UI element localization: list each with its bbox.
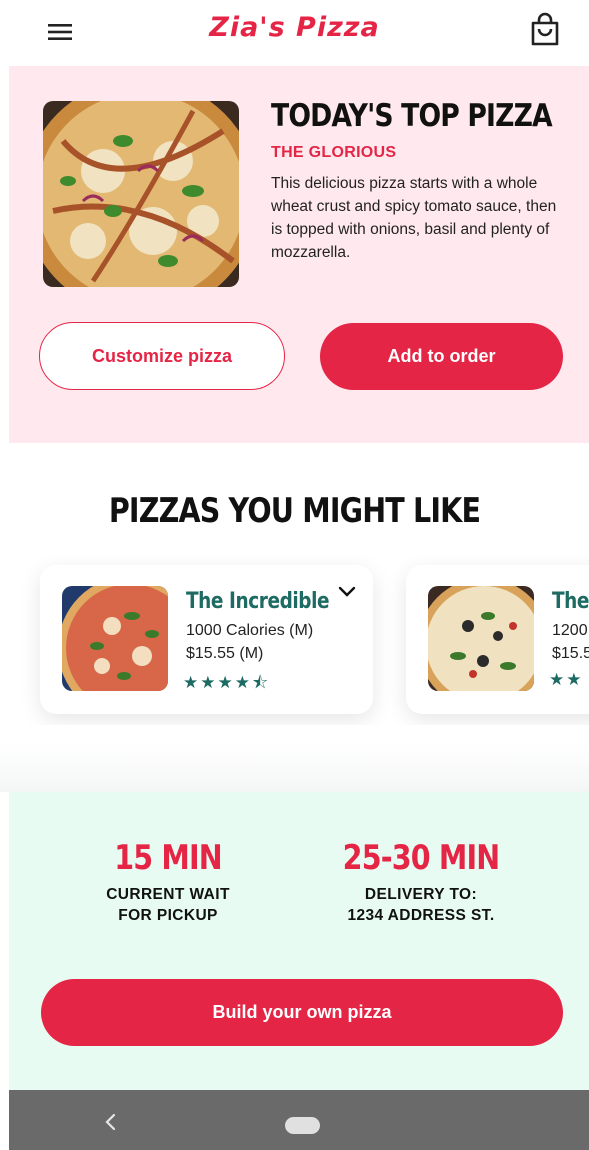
pizza-card-rating: ★★ bbox=[549, 670, 584, 690]
pizza-card-name: The Incredible bbox=[186, 589, 330, 614]
delivery-address-label: DELIVERY TO: 1234 ADDRESS ST. bbox=[347, 886, 495, 924]
build-your-own-pizza-button[interactable]: Build your own pizza bbox=[41, 979, 563, 1046]
pizza-card-price: $15.55 (M) bbox=[186, 645, 264, 662]
recommendations-title: PIZZAS YOU MIGHT LIKE bbox=[108, 491, 481, 531]
home-pill-button[interactable] bbox=[285, 1117, 320, 1134]
pizza-carousel[interactable]: The Incredible 1000 Calories (M) $15.55 … bbox=[0, 555, 589, 725]
cart-button[interactable] bbox=[528, 12, 562, 48]
star-full-icon: ★ bbox=[549, 670, 567, 690]
pizza-card[interactable]: The 1200 $15.5 ★★ bbox=[406, 565, 589, 714]
pizza-card-image bbox=[428, 586, 534, 691]
shopping-bag-icon bbox=[531, 12, 559, 46]
pizza-card-calories: 1200 bbox=[552, 622, 588, 639]
recommendations-section: PIZZAS YOU MIGHT LIKE The Incredible 100… bbox=[0, 443, 589, 792]
delivery-wait-value: 25-30 MIN bbox=[342, 838, 501, 878]
pizza-card-price: $15.5 bbox=[552, 645, 589, 662]
expand-card-button[interactable] bbox=[336, 583, 358, 599]
back-button[interactable] bbox=[101, 1112, 121, 1132]
back-arrow-icon bbox=[105, 1113, 116, 1131]
delivery-wait: 25-30 MIN DELIVERY TO: 1234 ADDRESS ST. bbox=[312, 838, 530, 926]
brand-logo: Zia's Pizza bbox=[209, 12, 380, 43]
add-to-order-button[interactable]: Add to order bbox=[320, 323, 563, 390]
system-nav-bar bbox=[9, 1090, 589, 1150]
section-divider bbox=[0, 743, 589, 792]
featured-pizza-name: THE GLORIOUS bbox=[271, 144, 397, 161]
pizza-card-calories: 1000 Calories (M) bbox=[186, 622, 314, 639]
pizza-card-name: The bbox=[552, 589, 589, 614]
pizza-card[interactable]: The Incredible 1000 Calories (M) $15.55 … bbox=[40, 565, 373, 714]
customize-pizza-button[interactable]: Customize pizza bbox=[39, 322, 285, 390]
pickup-wait-value: 15 MIN bbox=[114, 838, 222, 878]
star-full-icon: ★ bbox=[183, 673, 201, 693]
pickup-wait-label: CURRENT WAIT FOR PICKUP bbox=[106, 886, 230, 924]
featured-pizza-section: TODAY'S TOP PIZZA THE GLORIOUS This deli… bbox=[9, 66, 589, 443]
pickup-wait: 15 MIN CURRENT WAIT FOR PICKUP bbox=[59, 838, 277, 926]
featured-pizza-image[interactable] bbox=[43, 101, 239, 287]
featured-title: TODAY'S TOP PIZZA bbox=[271, 98, 553, 134]
pizza-card-image bbox=[62, 586, 168, 691]
star-full-icon: ★ bbox=[566, 670, 584, 690]
star-half-icon: ⯪ bbox=[252, 673, 271, 693]
chevron-down-icon bbox=[338, 586, 356, 597]
pizza-card-rating: ★★★★⯪ bbox=[183, 670, 270, 699]
app-bar: Zia's Pizza bbox=[0, 0, 589, 64]
star-full-icon: ★ bbox=[234, 673, 252, 693]
star-full-icon: ★ bbox=[217, 673, 235, 693]
featured-description: This delicious pizza starts with a whole… bbox=[271, 175, 557, 261]
order-status-section: 15 MIN CURRENT WAIT FOR PICKUP 25-30 MIN… bbox=[9, 792, 589, 1090]
star-full-icon: ★ bbox=[200, 673, 218, 693]
